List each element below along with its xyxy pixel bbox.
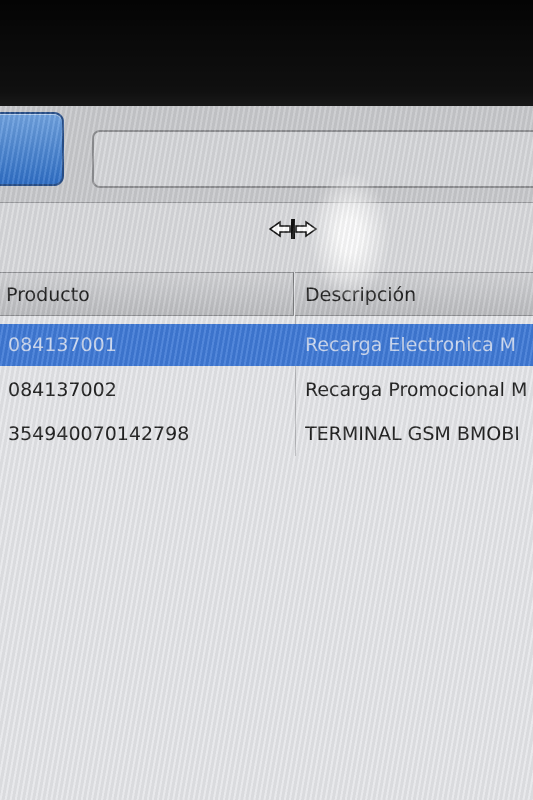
top-input-field[interactable] [92,130,533,188]
table-row[interactable]: 084137002 Recarga Promocional M [0,369,533,411]
cell-producto: 084137001 [8,334,117,356]
cell-producto: 354940070142798 [8,423,190,445]
column-header-producto[interactable]: Producto [0,272,294,316]
blue-action-button[interactable] [0,112,64,186]
product-grid: Producto Descripción 084137001 Recarga E… [0,272,533,800]
toolbar [0,106,533,203]
cell-descripcion: TERMINAL GSM BMOBI [305,423,520,445]
column-header-descripcion[interactable]: Descripción [295,272,533,316]
cell-descripcion: Recarga Electronica M [305,334,517,356]
table-row[interactable]: 354940070142798 TERMINAL GSM BMOBI [0,413,533,455]
column-resize-cursor-icon [268,219,318,239]
table-row[interactable]: 084137001 Recarga Electronica M [0,324,533,366]
cell-producto: 084137002 [8,379,117,401]
monitor-bezel [0,0,533,108]
cell-descripcion: Recarga Promocional M [305,379,528,401]
application-screen: Producto Descripción 084137001 Recarga E… [0,106,533,800]
